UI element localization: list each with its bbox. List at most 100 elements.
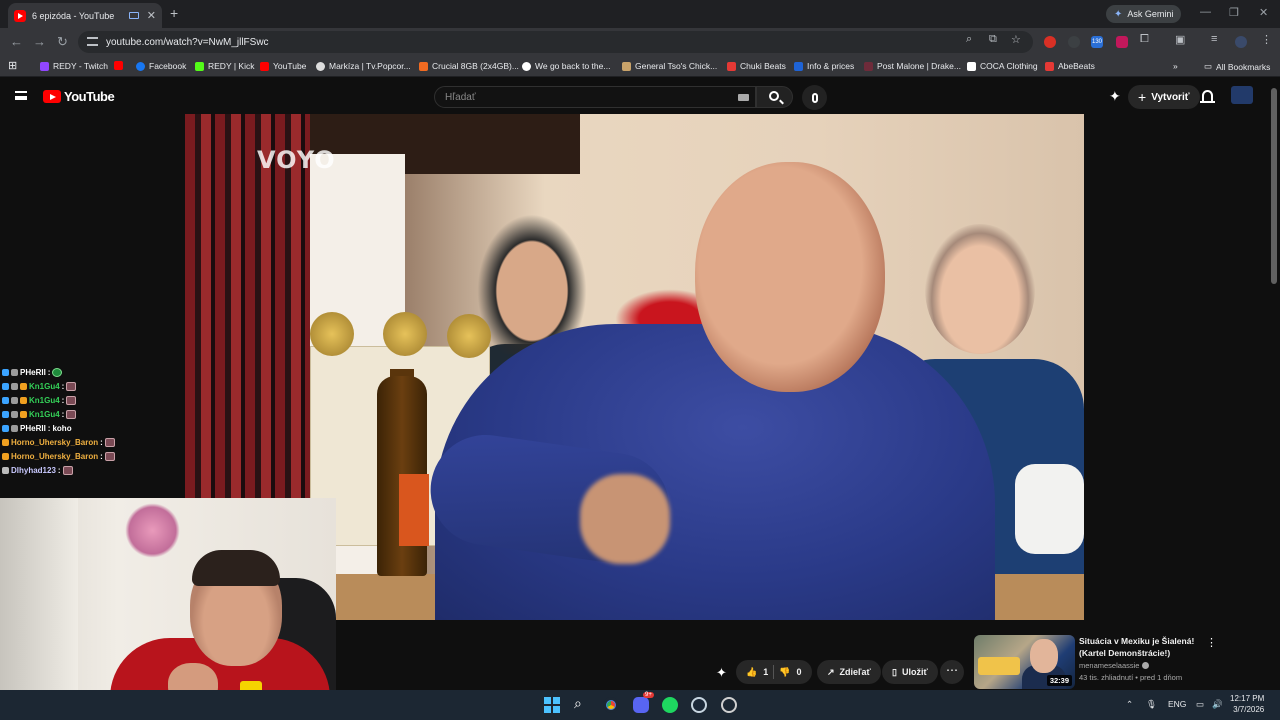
browser-menu-icon[interactable]: ⋮ [1261, 33, 1272, 46]
reload-button[interactable]: ↻ [57, 34, 68, 50]
chat-message: Horno_Uhersky_Baron: [2, 452, 115, 461]
like-dislike-group: 👍 1 👎 0 [736, 660, 812, 684]
bookmark-item[interactable]: General Tso's Chick... [622, 61, 717, 71]
windows-start-icon[interactable] [544, 697, 560, 713]
bookmark-item[interactable]: AbeBeats [1045, 61, 1095, 71]
system-clock[interactable]: 12:17 PM 3/7/2026 [1230, 693, 1264, 715]
share-button[interactable]: ↗ Zdieľať [817, 660, 881, 684]
browser-toolbar: ← → ↻ youtube.com/watch?v=NwM_jllFSwc ⌕ … [0, 28, 1280, 56]
gemini-sparkle-icon[interactable]: ✦ [1109, 88, 1121, 105]
bookmark-item[interactable]: Crucial 8GB (2x4GB)... [419, 61, 519, 71]
bookmark-item[interactable]: Info & prices [794, 61, 854, 71]
bookmark-item[interactable]: Facebook [136, 61, 186, 71]
recommended-more-menu-icon[interactable]: ⋮ [1206, 636, 1217, 649]
chat-text: koho [52, 424, 72, 433]
search-button[interactable] [756, 86, 793, 108]
apps-grid-icon[interactable]: ⊞ [8, 59, 17, 72]
new-tab-button[interactable]: + [170, 5, 178, 21]
input-language[interactable]: ENG [1168, 699, 1186, 709]
bookmark-label: Chuki Beats [740, 61, 786, 71]
dislike-button[interactable]: 👎 0 [779, 667, 801, 678]
chat-badge-icon [2, 369, 9, 376]
site-info-icon[interactable] [87, 37, 98, 46]
youtube-header: YouTube Hľadať ✦ + Vytvoriť [0, 77, 1280, 114]
voice-search-button[interactable] [802, 85, 827, 110]
like-button[interactable]: 👍 1 [746, 667, 768, 678]
bookmark-item[interactable]: REDY | Kick [195, 61, 254, 71]
extension-badge[interactable]: 130 [1091, 36, 1103, 48]
tray-overflow-chevron-icon[interactable]: ⌃ [1126, 699, 1133, 710]
chat-badge-icon [20, 383, 27, 390]
webcam-overlay [0, 498, 336, 720]
zoom-icon[interactable]: ⌕ [966, 33, 972, 46]
minimize-window-button[interactable]: — [1200, 6, 1211, 18]
spotify-taskbar-icon[interactable] [662, 697, 678, 713]
youtube-logo[interactable]: YouTube [43, 89, 115, 104]
all-bookmarks-folder[interactable]: ▭ All Bookmarks [1204, 61, 1270, 72]
chat-badge-icon [2, 439, 9, 446]
webcam-scene [0, 498, 78, 720]
extension-icon-red[interactable] [1044, 36, 1056, 48]
install-app-icon[interactable]: ⧉ [989, 33, 997, 46]
more-actions-button[interactable]: ⋯ [940, 660, 964, 684]
bookmark-label: REDY - Twitch [53, 61, 108, 71]
bookmark-favicon-icon [419, 61, 428, 71]
account-avatar[interactable] [1231, 86, 1253, 104]
forward-button[interactable]: → [33, 34, 46, 49]
create-button[interactable]: + Vytvoriť [1128, 85, 1200, 109]
recommended-video-thumbnail[interactable]: 32:39 [974, 635, 1075, 689]
recommended-channel[interactable]: menameselaassie [1079, 661, 1150, 670]
ask-gemini-button[interactable]: ✦ Ask Gemini [1106, 5, 1182, 23]
media-controls-icon[interactable]: ≡ [1211, 33, 1217, 45]
bookmark-star-icon[interactable]: ☆ [1011, 33, 1021, 46]
bookmark-item[interactable]: Post Malone | Drake... [864, 61, 961, 71]
chat-emote-icon [66, 410, 77, 419]
thumbnail-scene [1030, 639, 1058, 673]
page-scrollbar[interactable] [1271, 88, 1277, 284]
chat-badge-icon [2, 411, 9, 418]
bookmark-item[interactable] [114, 61, 123, 70]
steam-taskbar-icon[interactable] [691, 697, 707, 713]
guide-menu-icon[interactable] [15, 91, 27, 100]
bookmark-favicon-icon [864, 61, 873, 71]
browser-tab[interactable]: 6 epizóda - YouTube ✕ [8, 3, 162, 28]
bookmark-item[interactable]: We go back to the... [522, 61, 610, 71]
extensions-puzzle-icon[interactable]: ⧠ [1140, 33, 1149, 46]
maximize-window-button[interactable]: ❐ [1229, 6, 1239, 19]
profile-avatar[interactable] [1235, 36, 1247, 48]
video-duration: 32:39 [1046, 675, 1072, 686]
microphone-icon [811, 92, 818, 103]
bookmark-item[interactable]: Markíza | Tv.Popcor... [316, 61, 411, 71]
extension-icon-gray[interactable] [1068, 36, 1080, 48]
close-tab-icon[interactable]: ✕ [147, 9, 156, 22]
notifications-bell-icon[interactable] [1200, 90, 1215, 103]
ask-gemini-video-icon[interactable]: ✦ [716, 665, 727, 681]
save-button[interactable]: ▯ Uložiť [882, 660, 938, 684]
app-taskbar-icon[interactable] [721, 697, 737, 713]
recommended-video-title[interactable]: Situácia v Mexiku je Šialená! (Kartel De… [1079, 635, 1204, 659]
bookmark-favicon-icon [967, 61, 976, 71]
network-icon[interactable]: ▭ [1196, 699, 1204, 710]
tray-microphone-icon[interactable]: 🎙 [1146, 699, 1157, 710]
bookmark-item[interactable]: COCA Clothing [967, 61, 1038, 71]
more-bookmarks-chevron-icon[interactable]: » [1173, 61, 1178, 71]
volume-icon[interactable]: 🔊 [1212, 699, 1223, 710]
bookmark-item[interactable]: Chuki Beats [727, 61, 786, 71]
chat-message: PHeRII: koho [2, 424, 72, 433]
search-input[interactable]: Hľadať [434, 86, 756, 108]
taskbar-search-icon[interactable]: ⌕ [574, 695, 590, 711]
keyboard-icon[interactable] [738, 94, 749, 101]
bookmark-item[interactable]: REDY - Twitch [40, 61, 108, 71]
extension-icon-pink[interactable] [1116, 36, 1128, 48]
chat-badge-icon [11, 397, 18, 404]
close-window-button[interactable]: ✕ [1259, 6, 1268, 19]
share-arrow-icon: ↗ [827, 666, 835, 677]
discord-notification-badge: 9+ [643, 692, 654, 698]
clock-time: 12:17 PM [1230, 694, 1265, 703]
side-panel-icon[interactable]: ▣ [1175, 33, 1185, 46]
discord-taskbar-icon[interactable] [633, 697, 649, 713]
address-bar[interactable]: youtube.com/watch?v=NwM_jllFSwc [78, 31, 1033, 53]
back-button[interactable]: ← [10, 34, 23, 49]
bookmark-item[interactable]: YouTube [260, 61, 306, 71]
chrome-taskbar-icon[interactable] [603, 697, 619, 713]
